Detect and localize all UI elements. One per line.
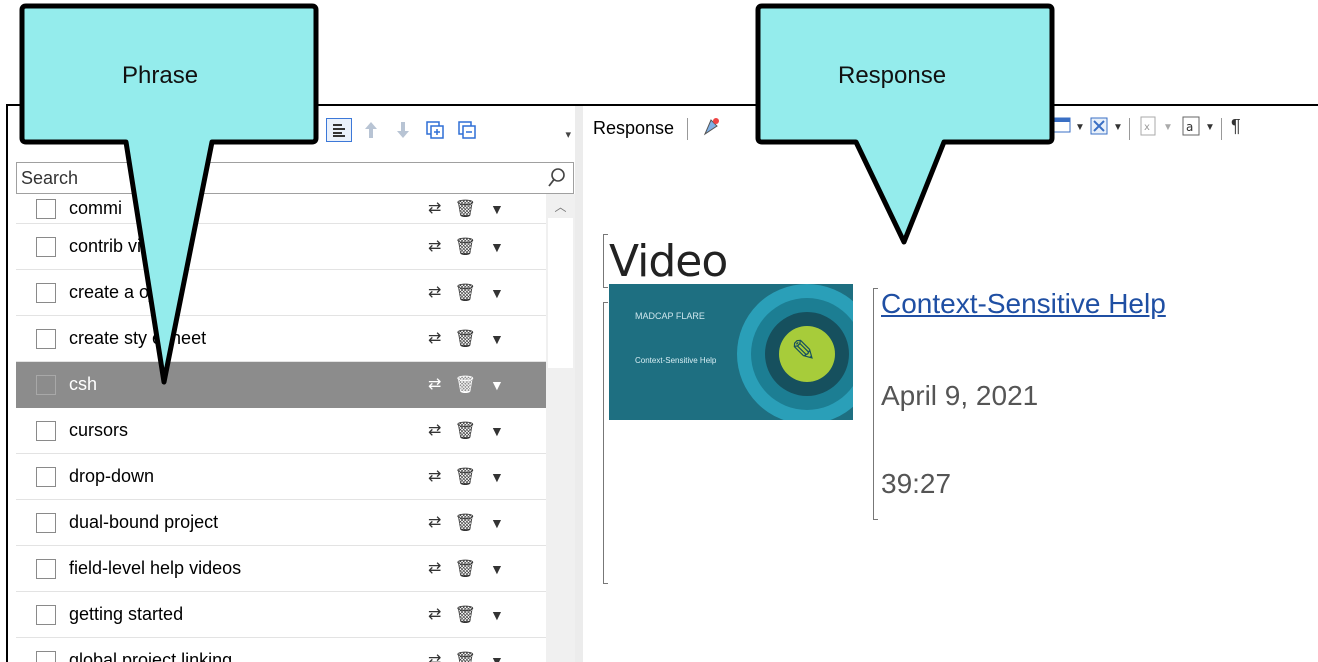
scroll-up-icon[interactable]: ︿: [546, 194, 575, 218]
link-icon[interactable]: ⇄: [428, 606, 441, 623]
move-up-icon[interactable]: [358, 118, 384, 142]
chevron-down-icon[interactable]: ▼: [490, 286, 504, 300]
link-icon[interactable]: ⇄: [428, 238, 441, 255]
trash-icon[interactable]: 🗑: [454, 606, 476, 623]
link-icon[interactable]: ⇄: [428, 422, 441, 439]
toolbar-separator: [687, 118, 688, 140]
chevron-down-icon[interactable]: ▼: [490, 424, 504, 438]
chevron-down-icon[interactable]: ▼: [1113, 122, 1123, 133]
phrase-checkbox[interactable]: [36, 512, 56, 533]
trash-icon[interactable]: 🗑: [454, 200, 476, 217]
video-thumbnail[interactable]: ✎ MADCAP FLARE Context-Sensitive Help: [609, 284, 853, 420]
phrase-checkbox[interactable]: [36, 650, 56, 662]
link-icon[interactable]: ⇄: [428, 514, 441, 531]
chevron-down-icon[interactable]: ▼: [1163, 122, 1173, 133]
collapse-all-icon[interactable]: [454, 118, 480, 142]
video-date: April 9, 2021: [881, 380, 1039, 411]
trash-icon[interactable]: 🗑: [454, 376, 476, 393]
trash-icon[interactable]: 🗑: [454, 652, 476, 662]
phrase-label: drop-down: [69, 466, 155, 486]
phrase-label: dual-bound project: [69, 512, 219, 532]
svg-text:a: a: [1186, 120, 1193, 134]
chevron-down-icon[interactable]: ▼: [490, 470, 504, 484]
chevron-down-icon[interactable]: ▼: [490, 202, 504, 216]
link-icon[interactable]: ⇄: [428, 330, 441, 347]
chevron-down-icon[interactable]: ▼: [490, 654, 504, 662]
text-snippet-icon[interactable]: a: [1181, 116, 1201, 141]
link-icon[interactable]: ⇄: [428, 284, 441, 301]
list-item[interactable]: getting started ⇄ 🗑 ▼: [16, 592, 546, 638]
phrase-checkbox[interactable]: [36, 558, 56, 579]
phrase-callout: [19, 3, 319, 385]
video-heading: Video: [609, 236, 728, 287]
image-icon[interactable]: [1089, 116, 1109, 141]
block-bracket: [873, 288, 878, 520]
block-bracket: [603, 234, 608, 288]
chevron-down-icon[interactable]: ▼: [1075, 122, 1085, 133]
phrase-label: global project linking: [69, 650, 233, 662]
trash-icon[interactable]: 🗑: [454, 330, 476, 347]
list-item[interactable]: dual-bound project ⇄ 🗑 ▼: [16, 500, 546, 546]
variable-icon[interactable]: x: [1139, 116, 1157, 141]
block-bracket: [603, 302, 608, 584]
toolbar-separator: [1221, 118, 1222, 140]
pilcrow-icon[interactable]: ¶: [1231, 116, 1241, 137]
phrase-label: cursors: [69, 420, 129, 440]
list-item[interactable]: cursors ⇄ 🗑 ▼: [16, 408, 546, 454]
toolbar-overflow-icon[interactable]: ▾: [565, 128, 571, 141]
link-icon[interactable]: ⇄: [428, 560, 441, 577]
list-item[interactable]: field-level help videos ⇄ 🗑 ▼: [16, 546, 546, 592]
chevron-down-icon[interactable]: ▼: [490, 332, 504, 346]
phrase-scrollbar[interactable]: ︿: [546, 194, 575, 662]
video-duration: 39:27: [881, 468, 952, 499]
toolbar-separator: [1129, 118, 1130, 140]
feather-icon: ✎: [791, 335, 817, 368]
link-icon[interactable]: ⇄: [428, 468, 441, 485]
phrase-checkbox[interactable]: [36, 466, 56, 487]
chevron-down-icon[interactable]: ▼: [490, 240, 504, 254]
trash-icon[interactable]: 🗑: [454, 422, 476, 439]
phrase-checkbox[interactable]: [36, 420, 56, 441]
chevron-down-icon[interactable]: ▼: [490, 608, 504, 622]
link-icon[interactable]: ⇄: [428, 376, 441, 393]
trash-icon[interactable]: 🗑: [454, 560, 476, 577]
list-item[interactable]: drop-down ⇄ 🗑 ▼: [16, 454, 546, 500]
search-icon[interactable]: [547, 167, 567, 189]
response-callout-label: Response: [838, 62, 947, 89]
expand-all-icon[interactable]: [422, 118, 448, 142]
link-icon[interactable]: ⇄: [428, 200, 441, 217]
trash-icon[interactable]: 🗑: [454, 514, 476, 531]
phrase-label: getting started: [69, 604, 184, 624]
response-callout: [755, 3, 1055, 245]
move-down-icon[interactable]: [390, 118, 416, 142]
list-item[interactable]: global project linking ⇄ 🗑 ▼: [16, 638, 546, 662]
highlighter-icon[interactable]: [701, 116, 723, 143]
trash-icon[interactable]: 🗑: [454, 468, 476, 485]
trash-icon[interactable]: 🗑: [454, 284, 476, 301]
phrase-callout-label: Phrase: [122, 62, 199, 89]
phrase-checkbox[interactable]: [36, 604, 56, 625]
thumbnail-brand: MADCAP FLARE: [635, 311, 705, 321]
video-title-link[interactable]: Context-Sensitive Help: [881, 288, 1166, 320]
chevron-down-icon[interactable]: ▼: [490, 562, 504, 576]
scroll-thumb[interactable]: [548, 218, 573, 368]
phrase-label: field-level help videos: [69, 558, 242, 578]
chevron-down-icon[interactable]: ▼: [490, 378, 504, 392]
svg-text:x: x: [1144, 122, 1150, 133]
thumbnail-subtitle: Context-Sensitive Help: [635, 356, 717, 365]
chevron-down-icon[interactable]: ▼: [490, 516, 504, 530]
link-icon[interactable]: ⇄: [428, 652, 441, 662]
trash-icon[interactable]: 🗑: [454, 238, 476, 255]
response-toolbar-label: Response: [593, 118, 675, 138]
pane-splitter[interactable]: [575, 106, 583, 662]
chevron-down-icon[interactable]: ▼: [1205, 122, 1215, 133]
